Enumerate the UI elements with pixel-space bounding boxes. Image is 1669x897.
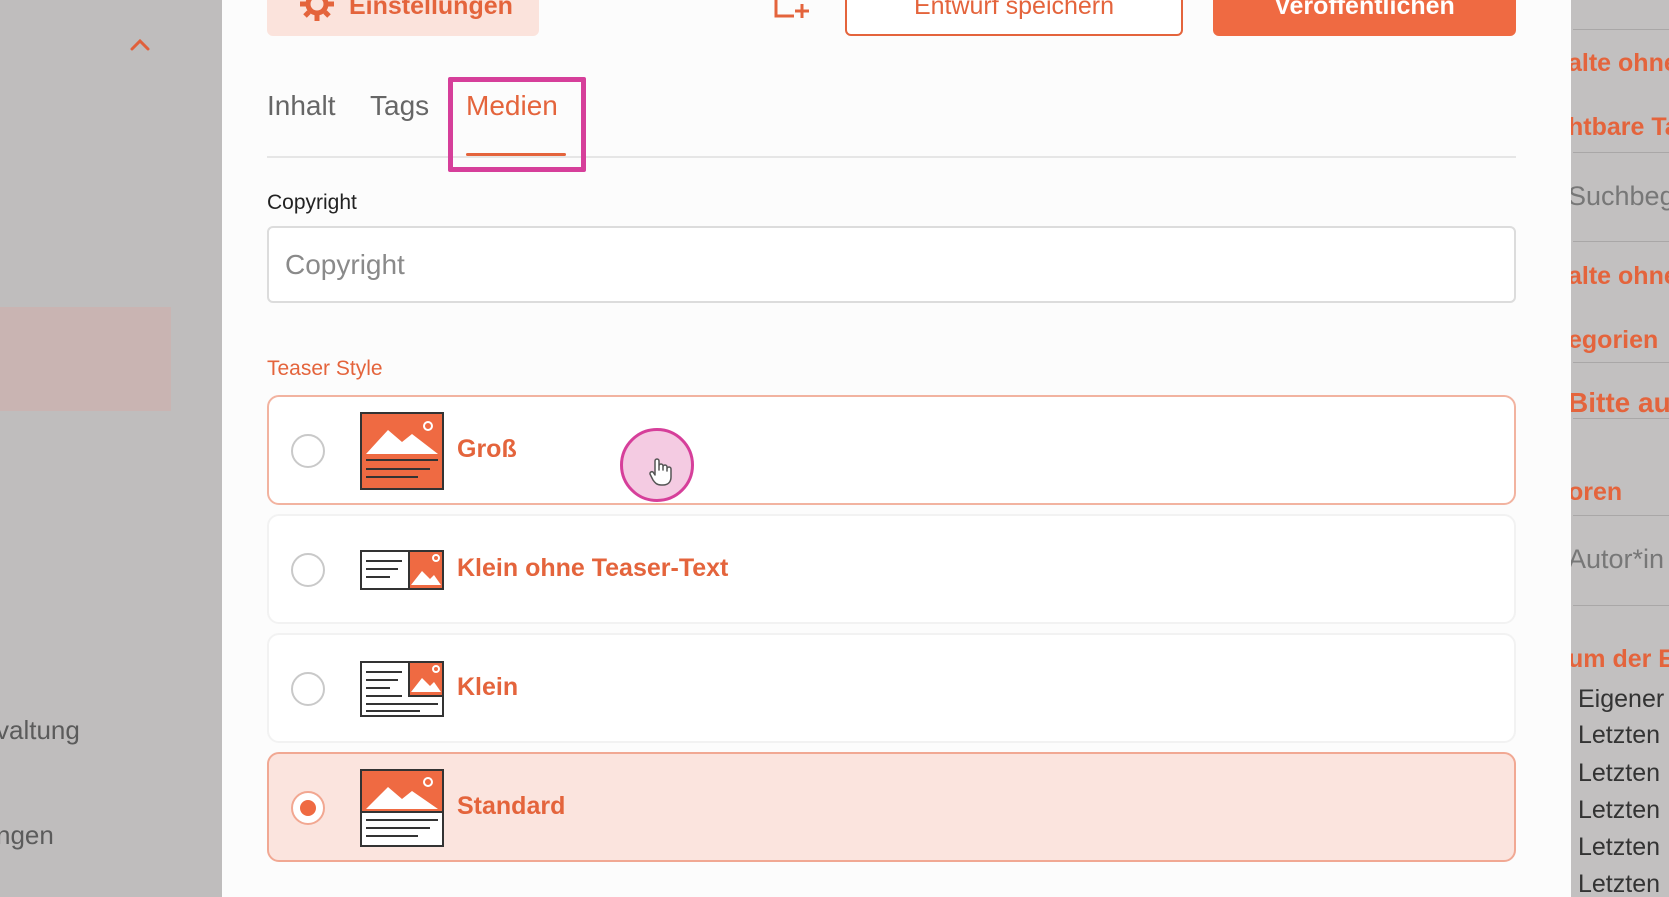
add-page-icon[interactable] [772, 0, 812, 20]
settings-button[interactable]: Einstellungen [267, 0, 539, 36]
right-panel-item[interactable]: htbare Ta [1568, 113, 1669, 142]
search-input[interactable]: Suchbeg [1568, 181, 1669, 212]
chevron-up-icon[interactable] [128, 36, 152, 52]
copyright-label: Copyright [267, 191, 357, 214]
sidebar [0, 0, 222, 897]
divider [1573, 29, 1669, 30]
sidebar-item-einstellungen[interactable]: ngen [0, 820, 54, 851]
select-placeholder[interactable]: Bitte aus [1568, 387, 1669, 419]
hand-pointer-icon [649, 458, 672, 486]
author-input[interactable]: Autor*in [1568, 544, 1664, 575]
option-label: Groß [457, 435, 517, 463]
date-option[interactable]: Letzten [1578, 833, 1660, 862]
sidebar-item-verwaltung[interactable]: valtung [0, 715, 80, 746]
tab-inhalt[interactable]: Inhalt [267, 90, 336, 122]
highlight-box [448, 77, 586, 172]
right-panel-item[interactable]: alte ohne [1568, 49, 1669, 78]
publish-label: Veröffentlichen [1274, 0, 1455, 20]
divider [1573, 241, 1669, 242]
right-panel-item[interactable]: egorien [1568, 326, 1658, 355]
option-label: Klein ohne Teaser-Text [457, 554, 729, 582]
date-option[interactable]: Eigener [1578, 685, 1664, 714]
radio-dot [300, 800, 316, 816]
radio-button[interactable] [291, 434, 325, 468]
date-option[interactable]: Letzten [1578, 870, 1660, 897]
radio-button-checked[interactable] [291, 791, 325, 825]
teaser-small-icon [360, 661, 444, 717]
teaser-style-label: Teaser Style [267, 357, 383, 380]
option-label: Klein [457, 673, 519, 701]
divider [1573, 152, 1669, 153]
option-label: Standard [457, 792, 566, 820]
date-option[interactable]: Letzten [1578, 796, 1660, 825]
save-draft-button[interactable]: Entwurf speichern [845, 0, 1183, 36]
tab-tags[interactable]: Tags [370, 90, 429, 122]
divider [1573, 605, 1669, 606]
teaser-option-standard[interactable]: Standard [267, 752, 1516, 862]
sidebar-selected-item[interactable] [0, 307, 171, 411]
radio-button[interactable] [291, 553, 325, 587]
save-draft-label: Entwurf speichern [913, 0, 1115, 20]
publish-button[interactable]: Veröffentlichen [1213, 0, 1516, 36]
teaser-small-no-text-icon [360, 550, 444, 590]
teaser-standard-icon [360, 769, 444, 847]
divider [1573, 515, 1669, 516]
gear-icon [300, 0, 334, 21]
settings-label: Einstellungen [349, 0, 513, 20]
teaser-option-gross[interactable]: Groß [267, 395, 1516, 505]
date-option[interactable]: Letzten [1578, 759, 1660, 788]
right-panel-item[interactable]: alte ohne [1568, 262, 1669, 291]
teaser-option-klein-ohne-text[interactable]: Klein ohne Teaser-Text [267, 514, 1516, 624]
teaser-option-klein[interactable]: Klein [267, 633, 1516, 743]
divider [1573, 362, 1669, 363]
teaser-large-icon [360, 412, 444, 490]
copyright-input[interactable] [267, 226, 1516, 303]
radio-button[interactable] [291, 672, 325, 706]
date-option[interactable]: Letzten [1578, 721, 1660, 750]
cursor-indicator [620, 428, 694, 502]
right-panel-item[interactable]: oren [1568, 478, 1622, 507]
right-panel-item[interactable]: um der E [1568, 645, 1669, 674]
divider [1573, 418, 1669, 419]
